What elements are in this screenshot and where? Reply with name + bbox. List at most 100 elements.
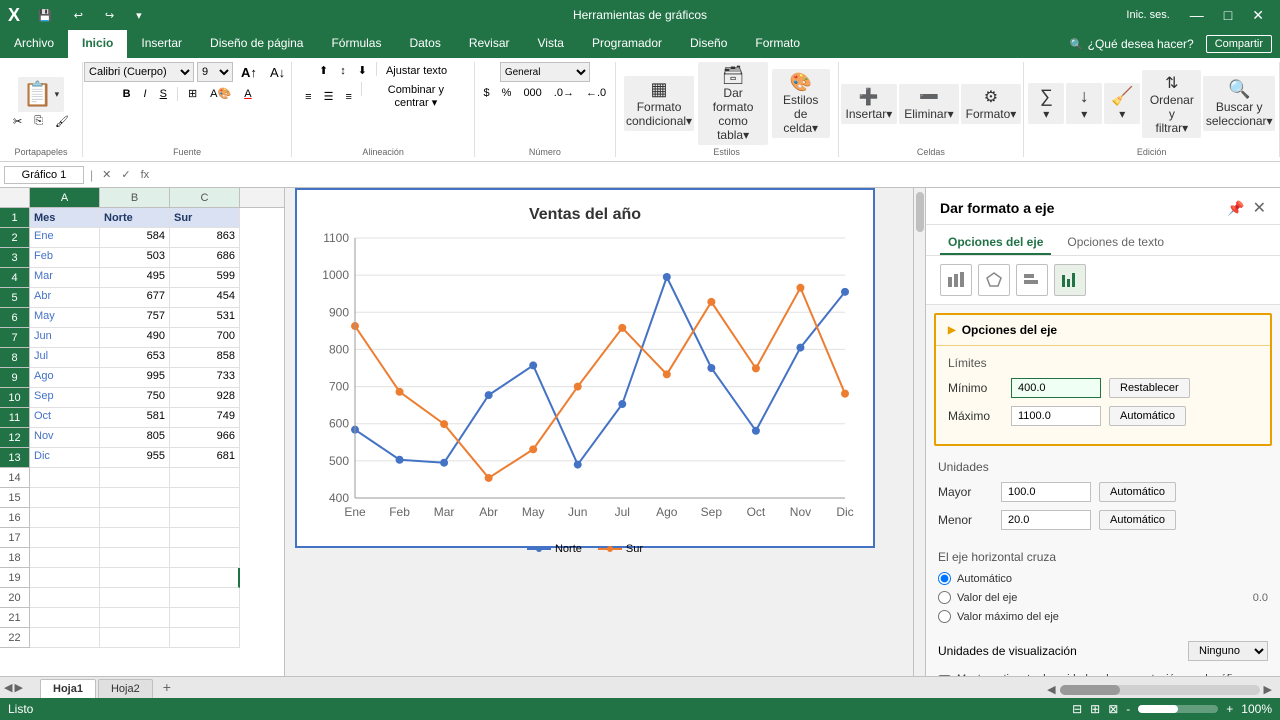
cell-B18[interactable] (100, 548, 170, 568)
minimo-input[interactable] (1011, 378, 1101, 398)
panel-tab-axis[interactable]: Opciones del eje (940, 231, 1051, 255)
cell-C9[interactable]: 733 (170, 368, 240, 388)
cell-B4[interactable]: 495 (100, 268, 170, 288)
cell-C8[interactable]: 858 (170, 348, 240, 368)
cell-C6[interactable]: 531 (170, 308, 240, 328)
options-header[interactable]: ▶ Opciones del eje (936, 315, 1270, 346)
number-format-select[interactable]: General (500, 62, 590, 82)
row-header-18[interactable]: 18 (0, 548, 30, 568)
scroll-right-btn[interactable]: ▶ (1264, 683, 1272, 696)
cut-btn[interactable]: ✂ (8, 113, 27, 130)
format-cells-btn[interactable]: ⚙ Formato▾ (961, 84, 1022, 124)
underline-btn[interactable]: S (155, 86, 172, 102)
layout-view-btn[interactable]: ⊞ (1090, 702, 1100, 716)
quick-save-btn[interactable]: 💾 (30, 5, 60, 26)
cell-styles-btn[interactable]: 🎨 Estilos decelda▾ (772, 69, 830, 138)
row-header-7[interactable]: 7 (0, 328, 30, 348)
find-select-btn[interactable]: 🔍 Buscar yseleccionar▾ (1203, 76, 1275, 131)
cell-B7[interactable]: 490 (100, 328, 170, 348)
col-header-C[interactable]: C (170, 188, 240, 207)
cell-B2[interactable]: 584 (100, 228, 170, 248)
quick-access-dropdown[interactable]: ▾ (128, 5, 150, 26)
row-header-11[interactable]: 11 (0, 408, 30, 428)
row-header-3[interactable]: 3 (0, 248, 30, 268)
fill-btn[interactable]: ↓ ▾ (1066, 83, 1102, 124)
cell-A6[interactable]: May (30, 308, 100, 328)
comma-btn[interactable]: 000 (518, 85, 546, 101)
tab-diseno-pagina[interactable]: Diseño de página (196, 30, 317, 58)
horizontal-scrollbar[interactable] (1060, 685, 1260, 695)
cell-C2[interactable]: 863 (170, 228, 240, 248)
minimize-btn[interactable]: — (1182, 5, 1212, 25)
zoom-plus[interactable]: + (1226, 702, 1233, 716)
cell-A19[interactable] (30, 568, 100, 588)
zoom-minus[interactable]: - (1126, 702, 1130, 716)
autosum-btn[interactable]: ∑ ▾ (1028, 83, 1064, 124)
maximo-input[interactable] (1011, 406, 1101, 426)
cell-C5[interactable]: 454 (170, 288, 240, 308)
tab-inicio[interactable]: Inicio (68, 30, 127, 58)
panel-tab-text[interactable]: Opciones de texto (1059, 231, 1172, 255)
cell-A21[interactable] (30, 608, 100, 628)
normal-view-btn[interactable]: ⊟ (1072, 702, 1082, 716)
cell-C15[interactable] (170, 488, 240, 508)
percent-btn[interactable]: % (497, 85, 517, 101)
tab-datos[interactable]: Datos (395, 30, 454, 58)
sheet-scroll-left[interactable]: ◀ (4, 681, 12, 694)
col-header-A[interactable]: A (30, 188, 100, 207)
cell-C13[interactable]: 681 (170, 448, 240, 468)
cell-A1[interactable]: Mes (30, 208, 100, 228)
row-header-21[interactable]: 21 (0, 608, 30, 628)
sheet-tab-hoja1[interactable]: Hoja1 (40, 679, 96, 698)
zoom-slider[interactable] (1138, 705, 1218, 713)
page-break-view-btn[interactable]: ⊠ (1108, 702, 1118, 716)
cell-A9[interactable]: Ago (30, 368, 100, 388)
font-decrease-btn[interactable]: A↓ (265, 63, 290, 82)
clear-btn[interactable]: 🧹 ▾ (1104, 83, 1140, 124)
cell-C14[interactable] (170, 468, 240, 488)
cell-C16[interactable] (170, 508, 240, 528)
row-header-5[interactable]: 5 (0, 288, 30, 308)
cell-B8[interactable]: 653 (100, 348, 170, 368)
close-btn[interactable]: ✕ (1244, 5, 1272, 26)
cell-A20[interactable] (30, 588, 100, 608)
panel-icon-bar-btn[interactable] (1016, 264, 1048, 296)
paste-btn[interactable]: 📋 ▾ (18, 77, 64, 112)
row-header-2[interactable]: 2 (0, 228, 30, 248)
units-display-select[interactable]: Ninguno (1188, 641, 1268, 661)
tab-formato[interactable]: Formato (741, 30, 814, 58)
formula-confirm-btn[interactable]: ✓ (118, 168, 133, 181)
share-btn[interactable]: Compartir (1206, 35, 1272, 53)
fill-color-btn[interactable]: A🎨 (205, 85, 236, 102)
font-family-select[interactable]: Calibri (Cuerpo) (84, 62, 194, 82)
cell-C20[interactable] (170, 588, 240, 608)
cell-A12[interactable]: Nov (30, 428, 100, 448)
cell-C12[interactable]: 966 (170, 428, 240, 448)
scroll-left-btn[interactable]: ◀ (1047, 683, 1055, 696)
quick-redo-btn[interactable]: ↪ (97, 5, 122, 26)
cell-C4[interactable]: 599 (170, 268, 240, 288)
cell-B21[interactable] (100, 608, 170, 628)
format-table-btn[interactable]: 🗃 Dar formatocomo tabla▾ (698, 62, 767, 145)
v-scrollbar[interactable] (913, 188, 925, 692)
cell-B13[interactable]: 955 (100, 448, 170, 468)
tab-vista[interactable]: Vista (524, 30, 578, 58)
cell-B15[interactable] (100, 488, 170, 508)
tab-insertar[interactable]: Insertar (127, 30, 196, 58)
row-header-12[interactable]: 12 (0, 428, 30, 448)
row-header-1[interactable]: 1 (0, 208, 30, 228)
align-bottom-btn[interactable]: ⬇ (353, 62, 372, 79)
cell-B10[interactable]: 750 (100, 388, 170, 408)
cell-C19[interactable] (170, 568, 240, 588)
cell-A17[interactable] (30, 528, 100, 548)
maximize-btn[interactable]: □ (1216, 5, 1240, 25)
font-increase-btn[interactable]: A↑ (236, 63, 262, 82)
cell-A8[interactable]: Jul (30, 348, 100, 368)
radio-auto[interactable] (938, 572, 951, 585)
cell-A5[interactable]: Abr (30, 288, 100, 308)
name-box[interactable] (4, 166, 84, 184)
panel-icon-column-btn[interactable] (940, 264, 972, 296)
cell-B17[interactable] (100, 528, 170, 548)
insert-cells-btn[interactable]: ➕ Insertar▾ (841, 84, 898, 124)
cell-A7[interactable]: Jun (30, 328, 100, 348)
